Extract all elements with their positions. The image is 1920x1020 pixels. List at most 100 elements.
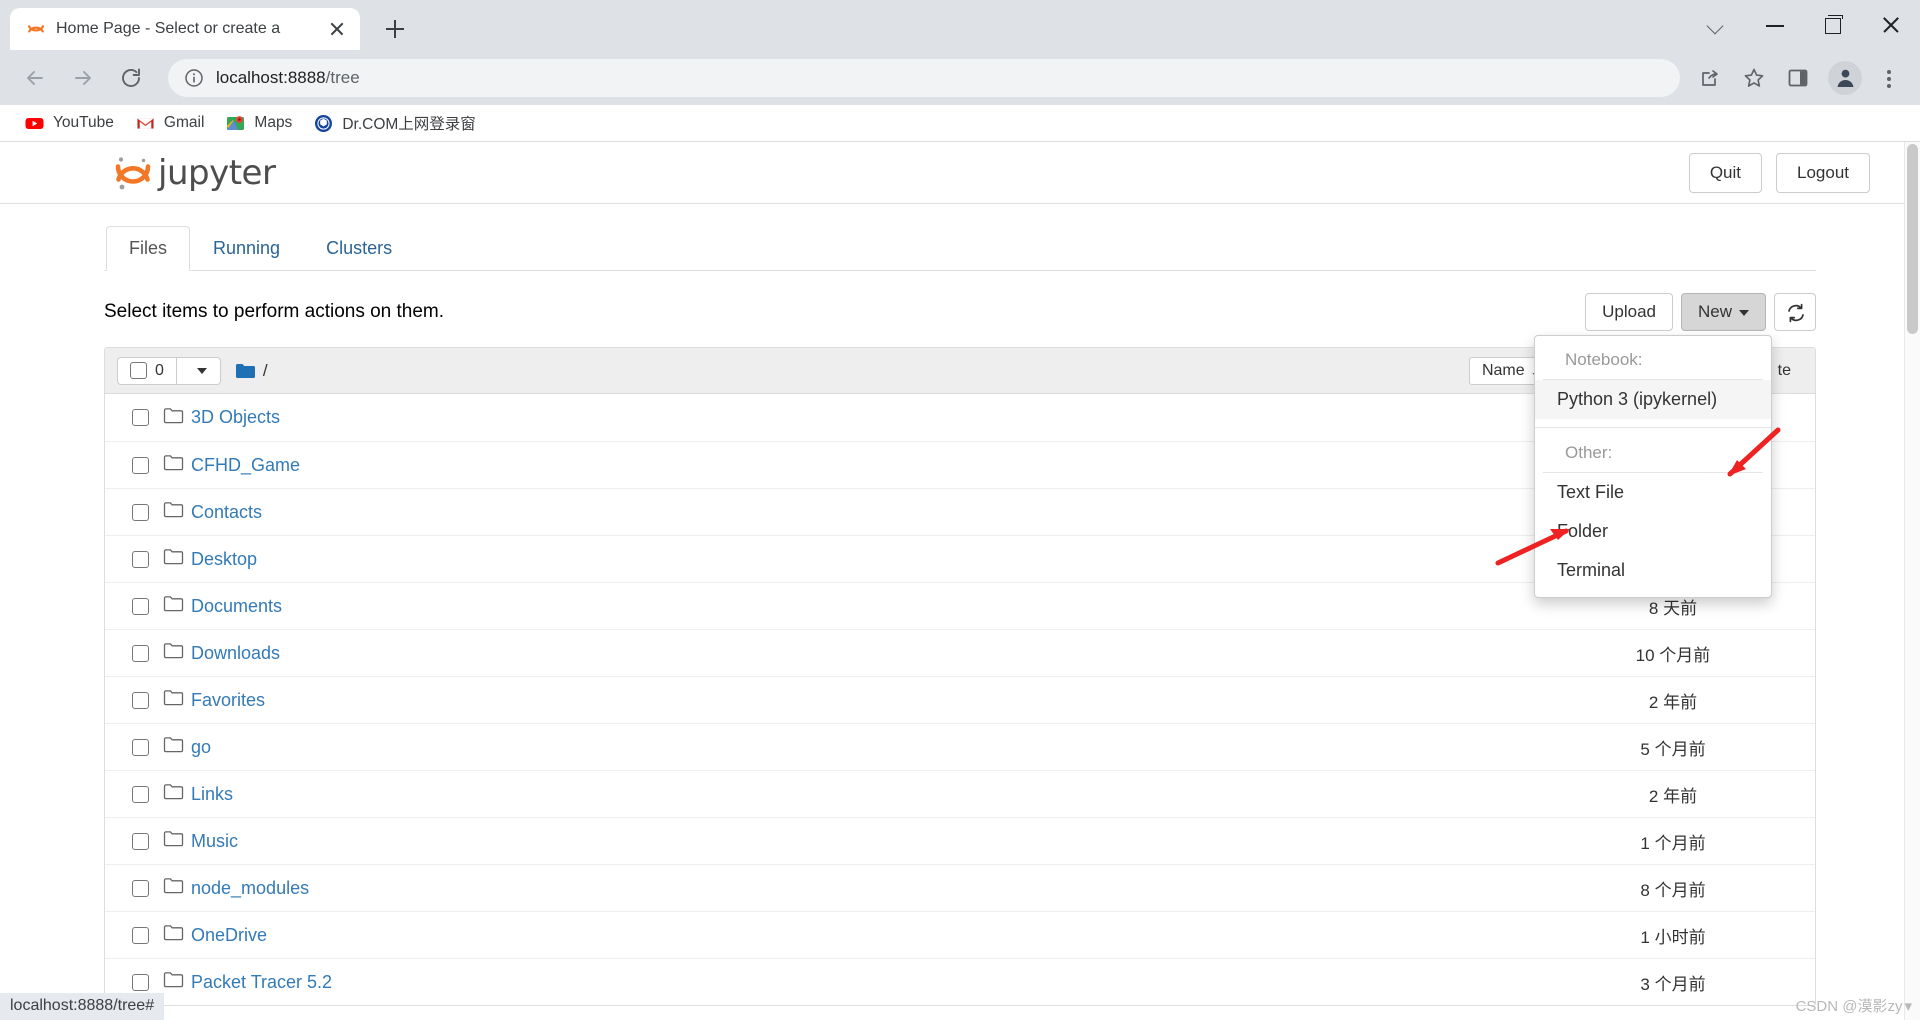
row-checkbox[interactable] <box>117 926 163 944</box>
file-name-link[interactable]: OneDrive <box>191 925 267 946</box>
maximize-button[interactable] <box>1804 0 1862 50</box>
upload-button[interactable]: Upload <box>1585 293 1673 331</box>
dropdown-divider <box>1535 427 1771 428</box>
drcom-icon <box>314 114 333 133</box>
row-checkbox[interactable] <box>117 503 163 521</box>
file-name-link[interactable]: CFHD_Game <box>191 455 300 476</box>
select-all-group: 0 <box>117 356 221 385</box>
file-name-link[interactable]: go <box>191 737 211 758</box>
tab-clusters[interactable]: Clusters <box>303 226 415 271</box>
minimize-button[interactable] <box>1746 0 1804 50</box>
breadcrumb-path[interactable]: / <box>263 361 268 381</box>
row-checkbox[interactable] <box>117 738 163 756</box>
profile-avatar-icon[interactable] <box>1828 60 1862 95</box>
bookmark-label: YouTube <box>53 114 114 131</box>
file-name-link[interactable]: Packet Tracer 5.2 <box>191 972 332 993</box>
bookmark-maps[interactable]: Maps <box>217 109 301 138</box>
file-name-link[interactable]: Links <box>191 784 233 805</box>
row-checkbox[interactable] <box>117 973 163 991</box>
tab-running[interactable]: Running <box>190 226 303 271</box>
logout-button[interactable]: Logout <box>1776 152 1870 193</box>
dropdown-item-python3[interactable]: Python 3 (ipykernel) <box>1535 380 1771 419</box>
dropdown-item-terminal[interactable]: Terminal <box>1535 551 1771 590</box>
forward-button[interactable] <box>62 57 104 99</box>
file-name-link[interactable]: Downloads <box>191 643 280 664</box>
checkbox-icon <box>131 785 149 803</box>
new-tab-button[interactable] <box>374 8 416 50</box>
bookmark-label: Gmail <box>163 114 205 131</box>
file-modified: 1 小时前 <box>1640 927 1706 947</box>
info-circle-icon[interactable] <box>184 68 204 88</box>
table-row: Music 1 个月前 <box>105 817 1815 864</box>
dropdown-item-text-file[interactable]: Text File <box>1535 473 1771 512</box>
chevron-down-icon[interactable] <box>1688 0 1746 50</box>
close-icon[interactable] <box>326 18 348 40</box>
row-checkbox[interactable] <box>117 597 163 615</box>
browser-tab[interactable]: Home Page - Select or create a <box>10 8 360 50</box>
address-bar-url: localhost:8888/tree <box>216 68 360 88</box>
file-name-link[interactable]: Contacts <box>191 502 262 523</box>
select-all-checkbox[interactable]: 0 <box>118 358 176 384</box>
file-name-link[interactable]: node_modules <box>191 878 309 899</box>
scrollbar-thumb[interactable] <box>1907 144 1918 334</box>
window-close-button[interactable] <box>1862 0 1920 50</box>
folder-icon <box>163 783 191 805</box>
row-checkbox[interactable] <box>117 456 163 474</box>
table-row: Packet Tracer 5.2 3 个月前 <box>105 958 1815 1005</box>
dropdown-item-folder[interactable]: Folder <box>1535 512 1771 551</box>
select-dropdown-button[interactable] <box>175 357 220 384</box>
row-checkbox[interactable] <box>117 785 163 803</box>
share-icon[interactable] <box>1690 58 1730 98</box>
table-row: Links 2 年前 <box>105 770 1815 817</box>
row-checkbox[interactable] <box>117 691 163 709</box>
bookmark-gmail[interactable]: Gmail <box>127 109 213 138</box>
folder-icon <box>163 407 191 429</box>
checkbox-icon <box>131 409 149 426</box>
tab-files[interactable]: Files <box>106 226 191 271</box>
row-checkbox[interactable] <box>117 644 163 662</box>
google-maps-icon <box>226 114 245 133</box>
row-checkbox[interactable] <box>117 879 163 897</box>
file-modified: 5 个月前 <box>1640 739 1706 759</box>
table-row: OneDrive 1 小时前 <box>105 911 1815 958</box>
reload-button[interactable] <box>110 57 152 99</box>
checkbox-icon <box>131 550 149 568</box>
file-modified: 1 个月前 <box>1640 833 1706 853</box>
page-scrollbar[interactable] <box>1904 142 1920 1020</box>
bookmark-youtube[interactable]: YouTube <box>16 109 123 138</box>
sidepanel-icon[interactable] <box>1778 58 1818 98</box>
refresh-button[interactable] <box>1774 293 1816 331</box>
kebab-menu-icon[interactable] <box>1872 58 1906 98</box>
jupyter-logo[interactable]: jupyter <box>110 150 276 196</box>
bookmark-drcom[interactable]: Dr.COM上网登录窗 <box>305 107 484 139</box>
action-bar: Select items to perform actions on them.… <box>104 293 1816 598</box>
dropdown-header-notebook: Notebook: <box>1543 343 1763 380</box>
file-name-link[interactable]: Favorites <box>191 690 265 711</box>
star-icon[interactable] <box>1734 58 1774 98</box>
back-button[interactable] <box>14 57 56 99</box>
file-name-link[interactable]: Music <box>191 831 238 852</box>
tab-strip: Home Page - Select or create a <box>0 0 1920 50</box>
row-checkbox[interactable] <box>117 832 163 850</box>
quit-button[interactable]: Quit <box>1688 152 1762 193</box>
row-checkbox[interactable] <box>117 550 163 568</box>
url-path: /tree <box>325 67 360 87</box>
folder-icon <box>163 924 191 946</box>
url-host: localhost:8888 <box>216 67 326 87</box>
file-name-link[interactable]: Documents <box>191 596 282 617</box>
action-buttons: Upload New Notebook: Python 3 (ipykernel… <box>1534 293 1816 598</box>
checkbox-icon <box>131 738 149 756</box>
address-bar[interactable]: localhost:8888/tree <box>168 58 1680 97</box>
folder-icon <box>163 830 191 852</box>
action-instruction: Select items to perform actions on them. <box>104 301 445 322</box>
window-controls <box>1688 0 1920 50</box>
file-name-link[interactable]: 3D Objects <box>191 407 280 428</box>
folder-icon <box>163 501 191 523</box>
file-name-link[interactable]: Desktop <box>191 549 257 570</box>
checkbox-icon <box>131 973 149 991</box>
jupyter-container: Files Running Clusters Select items to p… <box>104 226 1816 1006</box>
row-checkbox[interactable] <box>117 409 163 426</box>
new-button[interactable]: New <box>1680 293 1766 331</box>
checkbox-icon <box>131 503 149 521</box>
watermark-caret-icon: ▾ <box>1904 997 1912 1015</box>
